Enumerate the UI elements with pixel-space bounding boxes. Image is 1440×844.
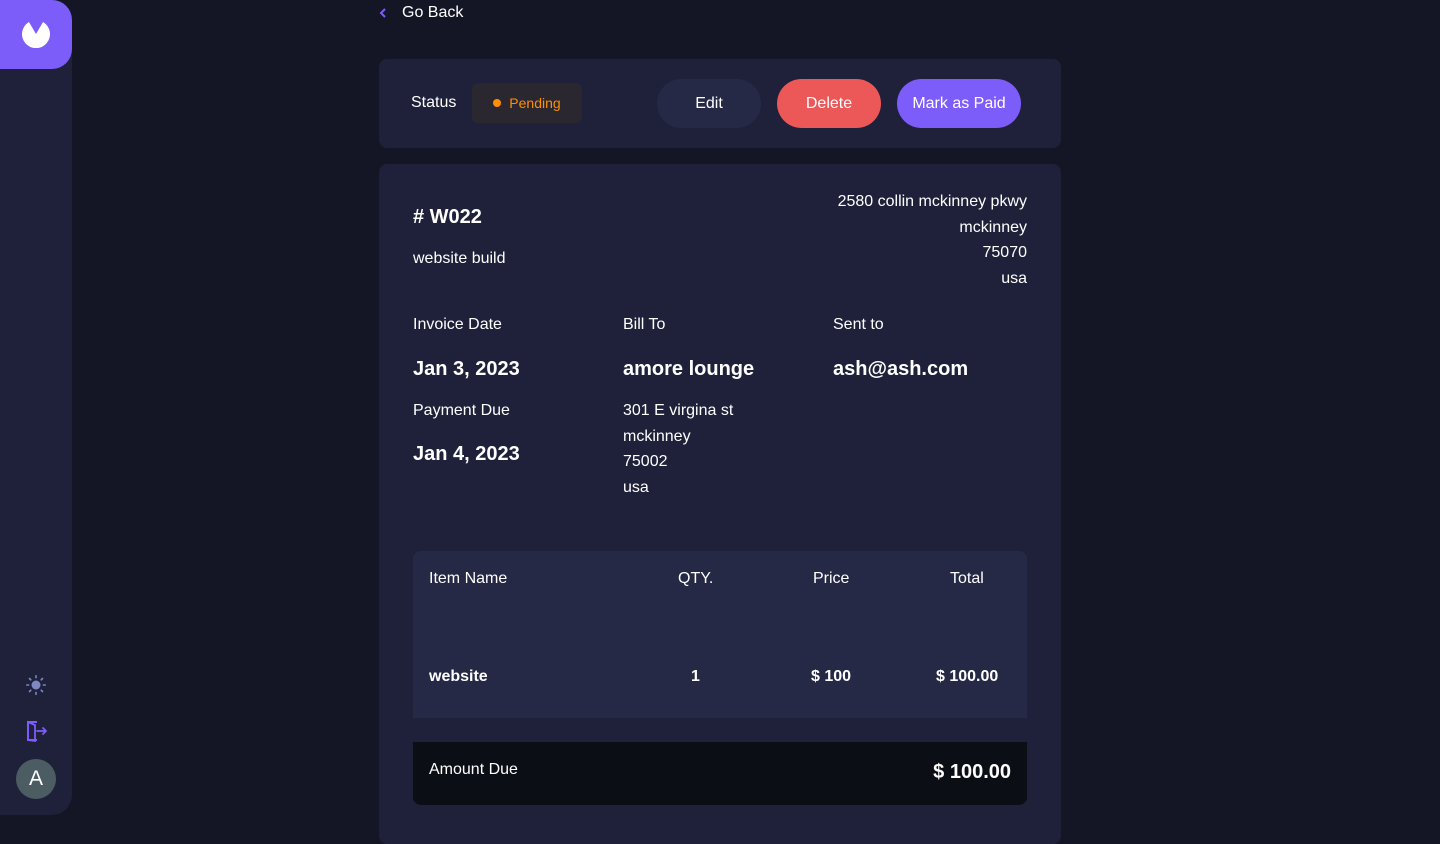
invoice-description: website build xyxy=(413,250,506,267)
avatar[interactable]: A xyxy=(16,759,56,799)
header-qty: QTY. xyxy=(678,570,714,587)
status-bar: Status Pending Edit Delete Mark as Paid xyxy=(379,59,1061,148)
sent-to-label: Sent to xyxy=(833,316,884,333)
sender-post-code: 75070 xyxy=(982,244,1028,261)
item-total: $ 100.00 xyxy=(936,668,999,685)
logo-icon xyxy=(22,21,50,48)
amount-due-bar: Amount Due $ 100.00 xyxy=(413,742,1027,805)
client-email: ash@ash.com xyxy=(833,358,969,380)
amount-due-label: Amount Due xyxy=(429,761,518,778)
header-price: Price xyxy=(813,570,850,587)
client-post-code: 75002 xyxy=(623,453,668,470)
invoice-card: # W022 website build 2580 collin mckinne… xyxy=(379,164,1061,844)
sidebar: A xyxy=(0,0,72,815)
client-city: mckinney xyxy=(623,427,691,445)
client-address: 301 E virgina st mckinney 75002 usa xyxy=(623,398,733,500)
logo[interactable] xyxy=(0,0,72,69)
sender-country: usa xyxy=(1001,269,1027,287)
item-name: website xyxy=(429,668,488,685)
sun-icon xyxy=(26,675,46,695)
client-street: 301 E virgina st xyxy=(623,402,734,419)
bill-to-label: Bill To xyxy=(623,316,666,333)
sender-street: 2580 collin mckinney pkwy xyxy=(837,193,1027,210)
client-country: usa xyxy=(623,478,649,496)
logout-icon xyxy=(27,720,47,742)
item-price: $ 100 xyxy=(811,668,852,685)
items-table: Item Name QTY. Price Total website 1 $ 1… xyxy=(413,551,1027,718)
status-text: Pending xyxy=(509,95,561,111)
sender-address: 2580 collin mckinney pkwy mckinney 75070… xyxy=(838,189,1027,291)
status-dot xyxy=(493,99,502,107)
payment-due-label: Payment Due xyxy=(413,402,510,419)
logout-button[interactable] xyxy=(24,719,48,743)
theme-toggle-button[interactable] xyxy=(24,673,48,697)
status-label: Status xyxy=(411,94,457,111)
invoice-date-label: Invoice Date xyxy=(413,316,502,333)
amount-due-value: $ 100.00 xyxy=(933,761,1011,783)
payment-due-date: Jan 4, 2023 xyxy=(413,443,520,465)
invoice-date: Jan 3, 2023 xyxy=(413,358,520,380)
go-back-label: Go Back xyxy=(402,4,464,21)
mark-as-paid-button[interactable]: Mark as Paid xyxy=(897,79,1021,128)
item-qty: 1 xyxy=(691,668,700,685)
header-item-name: Item Name xyxy=(429,570,508,587)
edit-button[interactable]: Edit xyxy=(657,79,761,128)
status-badge: Pending xyxy=(472,83,582,123)
invoice-id: # W022 xyxy=(413,206,482,228)
go-back-link[interactable]: Go Back xyxy=(378,2,463,24)
client-name: amore lounge xyxy=(623,358,755,380)
avatar-initial: A xyxy=(28,767,43,790)
chevron-left-icon xyxy=(379,8,386,18)
header-total: Total xyxy=(950,570,984,587)
delete-button[interactable]: Delete xyxy=(777,79,881,128)
sender-city: mckinney xyxy=(959,218,1027,236)
